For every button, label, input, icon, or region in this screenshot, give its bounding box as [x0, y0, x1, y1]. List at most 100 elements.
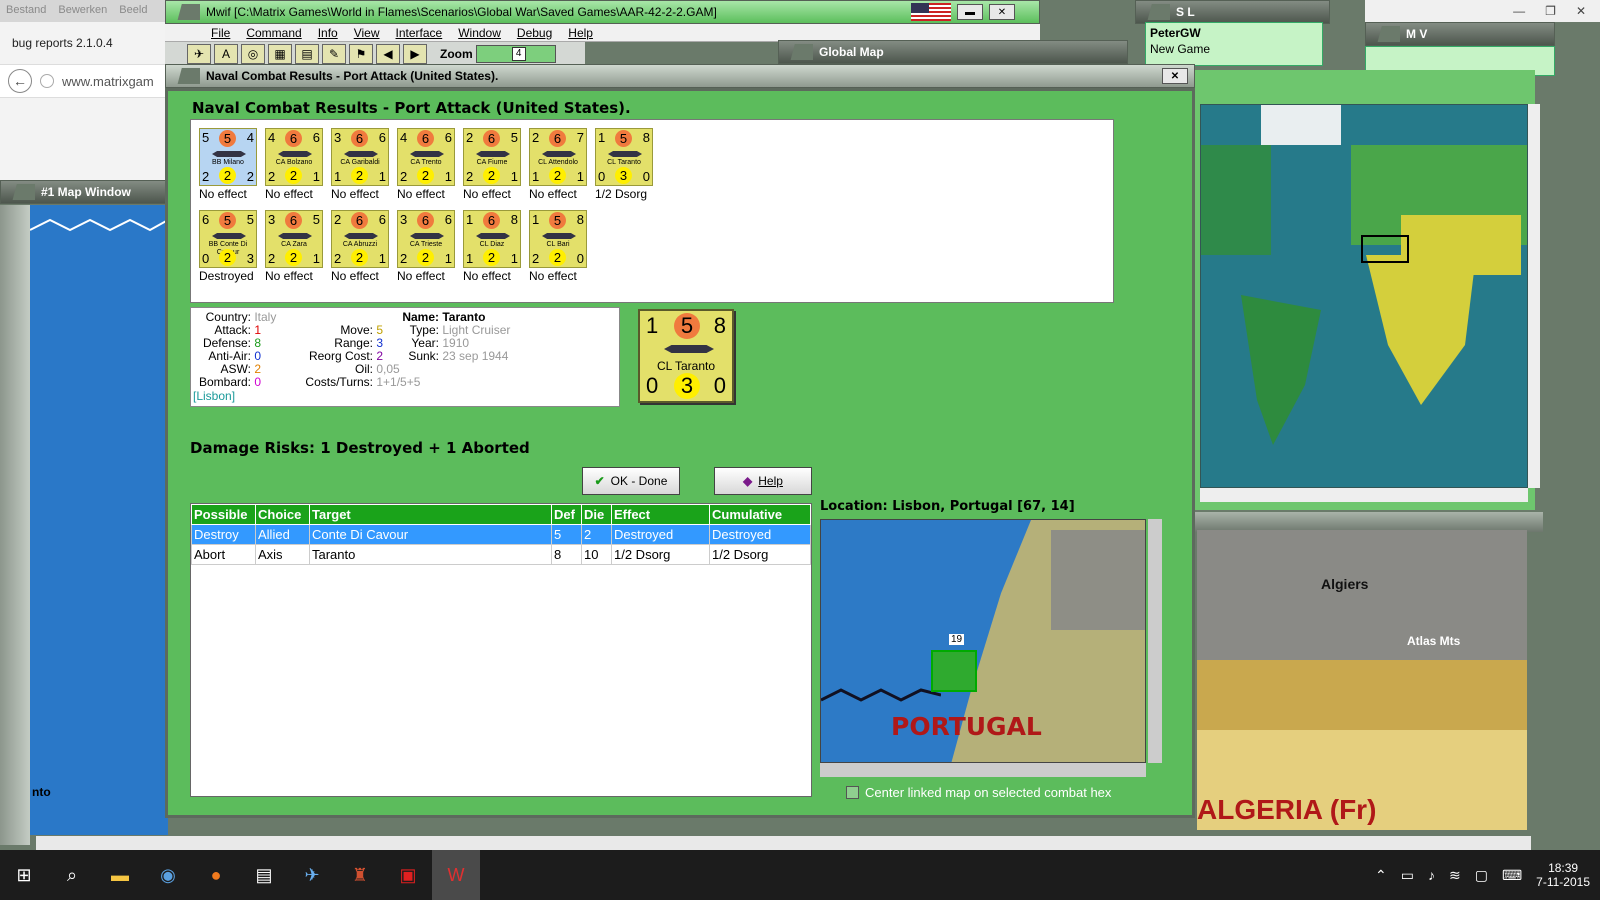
firefox-icon[interactable]: ●	[192, 850, 240, 900]
unit-stack-counter[interactable]	[931, 650, 977, 692]
column-header[interactable]: Effect	[611, 504, 710, 525]
unit-card[interactable]: 2 6 7 CL Attendolo 1 2 1 No effect	[529, 128, 589, 206]
menu-window[interactable]: Window	[458, 26, 501, 40]
unit-counter[interactable]: 3 6 6 CA Garibaldi 1 2 1	[331, 128, 389, 186]
pencil-icon[interactable]: ✎	[322, 44, 346, 64]
unit-card[interactable]: 1 5 8 CL Bari 2 2 0 No effect	[529, 210, 589, 288]
minimize-icon[interactable]: ▬	[957, 4, 983, 20]
menu-interface[interactable]: Interface	[396, 26, 443, 40]
note-icon[interactable]: ▤	[295, 44, 319, 64]
close-icon[interactable]: ✕	[989, 4, 1015, 20]
unit-card[interactable]: 2 6 5 CA Fiume 2 2 1 No effect	[463, 128, 523, 206]
unit-counter[interactable]: 2 6 6 CA Abruzzi 2 2 1	[331, 210, 389, 268]
unit-counter[interactable]: 2 6 7 CL Attendolo 1 2 1	[529, 128, 587, 186]
column-header[interactable]: Possible	[191, 504, 256, 525]
mv-title-bar[interactable]: M V	[1365, 22, 1555, 46]
unit-counter[interactable]: 1 5 8 CL Bari 2 2 0	[529, 210, 587, 268]
table-row[interactable]: Abort Axis Taranto 8 10 1/2 Dsorg 1/2 Ds…	[191, 544, 811, 565]
windows-start-icon[interactable]: ⊞	[0, 850, 48, 900]
browser-menu-edit[interactable]: Bewerken	[58, 4, 107, 18]
zoom-slider[interactable]: 4	[475, 45, 556, 63]
center-map-option[interactable]: Center linked map on selected combat hex	[846, 785, 1111, 800]
flag-icon[interactable]: ⚑	[349, 44, 373, 64]
search-icon[interactable]: ⌕	[48, 850, 96, 900]
unit-counter[interactable]: 6 5 5 BB Conte Di Cavour 0 2 3	[199, 210, 257, 268]
keyboard-icon[interactable]: ⌨	[1502, 867, 1522, 884]
menu-command[interactable]: Command	[246, 26, 301, 40]
menu-view[interactable]: View	[354, 26, 380, 40]
wifi-icon[interactable]: ≋	[1449, 867, 1461, 884]
menu-help[interactable]: Help	[568, 26, 593, 40]
unit-counter[interactable]: 3 6 5 CA Zara 2 2 1	[265, 210, 323, 268]
sl-title-bar[interactable]: S L	[1135, 0, 1330, 24]
unit-counter[interactable]: 4 6 6 CA Bolzano 2 2 1	[265, 128, 323, 186]
unit-card[interactable]: 5 5 4 BB Milano 2 2 2 No effect	[199, 128, 259, 206]
left-map-ocean[interactable]: nto	[29, 205, 169, 835]
dialog-title-bar[interactable]: Naval Combat Results - Port Attack (Unit…	[165, 64, 1195, 88]
global-map-title-bar[interactable]: Global Map	[778, 40, 1128, 64]
pdf-icon[interactable]: ▣	[384, 850, 432, 900]
plane-icon[interactable]: ✈	[187, 44, 211, 64]
unit-card[interactable]: 1 5 8 CL Taranto 0 3 0 1/2 Dsorg	[595, 128, 655, 206]
unit-counter[interactable]: 5 5 4 BB Milano 2 2 2	[199, 128, 257, 186]
chevron-up-icon[interactable]: ⌃	[1375, 867, 1387, 884]
close-icon[interactable]: ✕	[1576, 4, 1586, 18]
browser-tab[interactable]: bug reports 2.1.0.4	[12, 36, 113, 50]
unit-counter[interactable]: 4 6 6 CA Trento 2 2 1	[397, 128, 455, 186]
help-button[interactable]: ◆ Help	[714, 467, 812, 495]
unit-card[interactable]: 3 6 6 CA Trieste 2 2 1 No effect	[397, 210, 457, 288]
unit-counter[interactable]: 2 6 5 CA Fiume 2 2 1	[463, 128, 521, 186]
clock[interactable]: 18:39 7-11-2015	[1536, 861, 1590, 889]
battery-icon[interactable]: ▭	[1401, 867, 1414, 884]
edge-icon[interactable]: ◉	[144, 850, 192, 900]
ok-done-button[interactable]: ✔ OK - Done	[582, 467, 680, 495]
file-explorer-icon[interactable]: ▬	[96, 850, 144, 900]
browser-menu-view[interactable]: Beeld	[119, 4, 147, 18]
arrow-left-icon[interactable]: ◀	[376, 44, 400, 64]
unit-counter[interactable]: 3 6 6 CA Trieste 2 2 1	[397, 210, 455, 268]
target-icon[interactable]: ◎	[241, 44, 265, 64]
unit-card[interactable]: 3 6 5 CA Zara 2 2 1 No effect	[265, 210, 325, 288]
mwif-icon[interactable]: W	[432, 850, 480, 900]
mini-map-hscroll[interactable]	[820, 763, 1146, 777]
global-map[interactable]	[1200, 104, 1528, 488]
main-hscroll[interactable]	[36, 836, 1531, 850]
unit-card[interactable]: 2 6 6 CA Abruzzi 2 2 1 No effect	[331, 210, 391, 288]
document-icon[interactable]: ▤	[240, 850, 288, 900]
grid-icon[interactable]: ▦	[268, 44, 292, 64]
unit-card[interactable]: 4 6 6 CA Trento 2 2 1 No effect	[397, 128, 457, 206]
plane-app-icon[interactable]: ✈	[288, 850, 336, 900]
table-row[interactable]: Destroy Allied Conte Di Cavour 5 2 Destr…	[191, 524, 811, 545]
back-arrow-icon[interactable]: ←	[8, 69, 32, 93]
column-header[interactable]: Die	[581, 504, 612, 525]
location-link[interactable]: [Lisbon]	[193, 390, 235, 403]
global-map-hscroll[interactable]	[1200, 488, 1528, 502]
unit-card[interactable]: 6 5 5 BB Conte Di Cavour 0 2 3 Destroyed	[199, 210, 259, 288]
maximize-icon[interactable]: ❐	[1545, 4, 1556, 18]
unit-counter[interactable]: 1 6 8 CL Diaz 1 2 1	[463, 210, 521, 268]
volume-icon[interactable]: ♪	[1428, 867, 1435, 883]
global-map-vscroll[interactable]	[1528, 104, 1540, 488]
column-header[interactable]: Target	[309, 504, 552, 525]
browser-menu-file[interactable]: Bestand	[6, 4, 46, 18]
unit-card[interactable]: 4 6 6 CA Bolzano 2 2 1 No effect	[265, 128, 325, 206]
air-icon[interactable]: A	[214, 44, 238, 64]
column-header[interactable]: Def	[551, 504, 582, 525]
algeria-map[interactable]: Algiers Atlas Mts ALGERIA (Fr)	[1197, 530, 1527, 830]
close-icon[interactable]: ✕	[1162, 68, 1188, 84]
center-map-checkbox[interactable]	[846, 786, 859, 799]
unit-counter[interactable]: 1 5 8 CL Taranto 0 3 0	[595, 128, 653, 186]
map-view-box[interactable]	[1361, 235, 1409, 263]
column-header[interactable]: Cumulative	[709, 504, 811, 525]
minimize-icon[interactable]: —	[1513, 4, 1525, 18]
url-bar[interactable]: www.matrixgam	[62, 74, 154, 89]
column-header[interactable]: Choice	[255, 504, 310, 525]
menu-debug[interactable]: Debug	[517, 26, 552, 40]
notification-icon[interactable]: ▢	[1475, 867, 1488, 884]
main-title-bar[interactable]: Mwif [C:\Matrix Games\World in Flames\Sc…	[165, 0, 1040, 24]
unit-card[interactable]: 1 6 8 CL Diaz 1 2 1 No effect	[463, 210, 523, 288]
menu-info[interactable]: Info	[318, 26, 338, 40]
unit-card[interactable]: 3 6 6 CA Garibaldi 1 2 1 No effect	[331, 128, 391, 206]
menu-file[interactable]: File	[211, 26, 230, 40]
castle-game-icon[interactable]: ♜	[336, 850, 384, 900]
